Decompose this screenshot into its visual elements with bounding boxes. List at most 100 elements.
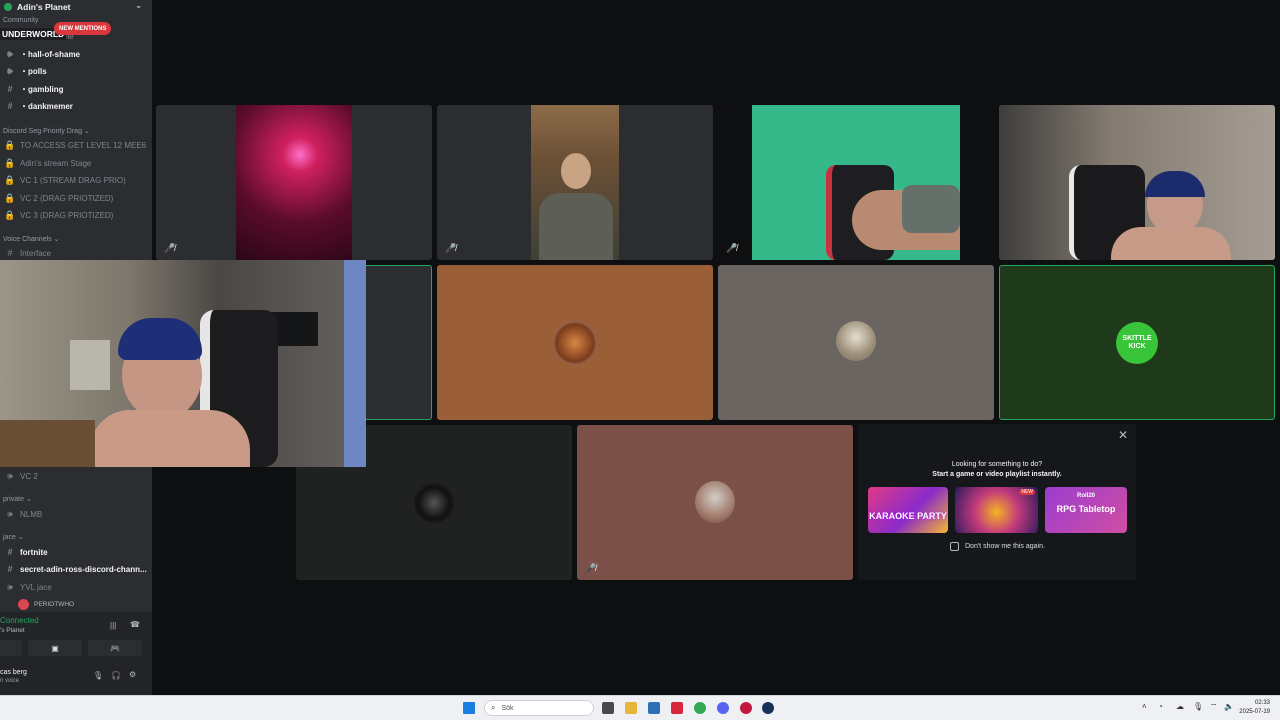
wifi-icon[interactable]: ⌔	[1210, 702, 1218, 712]
channel-dankmemer[interactable]: # ・dankmemer	[0, 98, 152, 114]
channel-vc1[interactable]: 🔒 VC 1 (STREAM DRAG PRIO)	[0, 172, 152, 188]
chevron-up-icon[interactable]: ˄	[1142, 702, 1147, 711]
channel-fortnite[interactable]: # fortnite	[0, 544, 152, 560]
category-priority-drag[interactable]: Discord Seg Priority Drag ⌄	[3, 127, 90, 135]
close-icon[interactable]: ✕	[1118, 428, 1128, 442]
mic-muted-icon: 🎤̸	[726, 243, 738, 253]
lock-icon: 🔒	[4, 139, 16, 150]
tray-icon[interactable]: ◔	[1158, 702, 1163, 711]
channel-stream-stage[interactable]: 🔒 Adin's stream Stage	[0, 155, 152, 171]
windows-taskbar: ⌕ Sök ˄ ◔ ☁ 🎙 ⌔ 🔈 02:33 2025-07-19	[0, 695, 1280, 720]
checkbox-icon	[950, 542, 959, 551]
hashtag-icon: #	[7, 84, 13, 94]
hashtag-icon: #	[7, 248, 13, 258]
lock-icon: 🔒	[4, 209, 16, 220]
avatar	[553, 321, 597, 365]
new-mentions-badge[interactable]: NEW MENTIONS	[54, 22, 112, 35]
channel-yvl-jace[interactable]: 🕪 YVL jace	[0, 579, 152, 595]
activity-button[interactable]: 🎮	[88, 640, 142, 656]
user-name[interactable]: cas berg	[0, 669, 27, 676]
channel-vc2[interactable]: 🕪 VC 2	[0, 468, 152, 484]
video-tile-2[interactable]: 🎤̸	[437, 105, 713, 260]
microphone-icon[interactable]: 🎙	[93, 671, 103, 680]
video-button[interactable]	[0, 640, 22, 656]
search-icon: ⌕	[491, 703, 496, 712]
lock-icon: 🔒	[4, 157, 16, 168]
hashtag-icon: #	[7, 101, 13, 111]
chevron-down-icon[interactable]: ⌄	[135, 1, 142, 10]
store-icon[interactable]	[648, 702, 660, 714]
video-tile-3[interactable]: 🎤̸	[718, 105, 994, 260]
category-community[interactable]: Community	[3, 17, 38, 24]
category-private[interactable]: private ⌄	[3, 495, 32, 503]
headphones-icon[interactable]: 🎧	[111, 671, 121, 680]
volume-icon[interactable]: 🔈	[1224, 702, 1234, 711]
activity-karaoke[interactable]: KARAOKE PARTY	[868, 487, 948, 533]
speaker-icon: 🕪	[7, 508, 13, 519]
voice-member[interactable]: PERIOTWHO	[18, 598, 74, 611]
server-icon	[4, 3, 12, 11]
video-tile-8[interactable]: SKITTLE KICK	[999, 265, 1275, 420]
taskbar-search[interactable]: ⌕ Sök	[484, 700, 594, 716]
task-view-icon[interactable]	[602, 702, 614, 714]
avatar	[836, 321, 876, 361]
video-tile-10[interactable]: 🎤̸	[577, 425, 853, 580]
hashtag-icon: #	[7, 564, 13, 574]
speaker-icon: 🕪	[7, 48, 13, 59]
media-app-icon[interactable]	[671, 702, 683, 714]
user-status: n voice	[0, 678, 20, 684]
windows-icon[interactable]	[463, 702, 475, 714]
avatar	[695, 481, 735, 523]
noise-suppression-icon[interactable]: |||	[110, 621, 116, 630]
discord-icon[interactable]	[717, 702, 729, 714]
mic-muted-icon: 🎤̸	[164, 243, 176, 253]
video-feed	[236, 105, 352, 260]
lock-icon: 🔒	[4, 192, 16, 203]
channel-secret[interactable]: # secret-adin-ross-discord-chann...	[0, 561, 152, 577]
channel-level-access[interactable]: 🔒 TO ACCESS GET LEVEL 12 MEE6	[0, 137, 152, 153]
channel-vc2-prio[interactable]: 🔒 VC 2 (DRAG PRIOTIZED)	[0, 190, 152, 206]
category-voice-channels[interactable]: Voice Channels ⌄	[3, 235, 59, 243]
avatar	[414, 483, 454, 523]
category-jace[interactable]: jace ⌄	[3, 533, 24, 541]
gear-icon[interactable]: ⚙	[129, 670, 136, 679]
channel-vc3-prio[interactable]: 🔒 VC 3 (DRAG PRIOTIZED)	[0, 207, 152, 223]
voice-server-name[interactable]: 's Planet	[0, 627, 25, 634]
channel-polls[interactable]: 🕪 ・polls	[0, 63, 152, 79]
channel-hall-of-shame[interactable]: 🕪 ・hall-of-shame	[0, 46, 152, 62]
activity-new-game[interactable]: NEW	[955, 487, 1038, 533]
file-explorer-icon[interactable]	[625, 702, 637, 714]
dont-show-checkbox[interactable]: Don't show me this again.	[950, 542, 1045, 551]
new-badge: NEW	[1019, 489, 1035, 495]
hashtag-icon: #	[7, 547, 13, 557]
video-tile-1[interactable]: 🎤̸	[156, 105, 432, 260]
video-tile-7[interactable]	[718, 265, 994, 420]
mic-muted-icon: 🎤̸	[445, 243, 457, 253]
disconnect-icon[interactable]: ☎	[130, 620, 140, 629]
taskbar-clock[interactable]: 02:33 2025-07-19	[1239, 699, 1270, 717]
activity-suggestion-popup: ✕ Looking for something to do? Start a g…	[858, 424, 1136, 580]
chrome-icon[interactable]	[694, 702, 706, 714]
cloud-icon[interactable]: ☁	[1176, 702, 1184, 711]
mic-muted-icon: 🎤̸	[585, 563, 597, 573]
server-header[interactable]: Adin's Planet ⌄	[0, 0, 152, 14]
activity-rpg-tabletop[interactable]: Roll20 RPG Tabletop	[1045, 487, 1127, 533]
lock-icon: 🔒	[4, 174, 16, 185]
microphone-icon[interactable]: 🎙	[1193, 702, 1203, 711]
popup-subtitle: Start a game or video playlist instantly…	[932, 471, 1062, 478]
video-tile-4[interactable]	[999, 105, 1275, 260]
speaker-icon: 🕪	[7, 65, 13, 76]
video-feed	[531, 105, 619, 260]
channel-interface[interactable]: # Interface	[0, 245, 152, 261]
video-tile-6[interactable]	[437, 265, 713, 420]
speaker-icon: 🕪	[7, 470, 13, 481]
steam-icon[interactable]	[762, 702, 774, 714]
video-feed	[999, 105, 1275, 260]
speaker-icon: 🕪	[7, 581, 13, 592]
channel-gambling[interactable]: # ・gambling	[0, 81, 152, 97]
channel-nlmb[interactable]: 🕪 NLMB	[0, 506, 152, 522]
screenshare-button[interactable]: ▣	[28, 640, 82, 656]
avatar: SKITTLE KICK	[1116, 322, 1158, 364]
discord-app: Adin's Planet ⌄ Community ame UNDERWORLD…	[0, 0, 1280, 720]
app-icon[interactable]	[740, 702, 752, 714]
